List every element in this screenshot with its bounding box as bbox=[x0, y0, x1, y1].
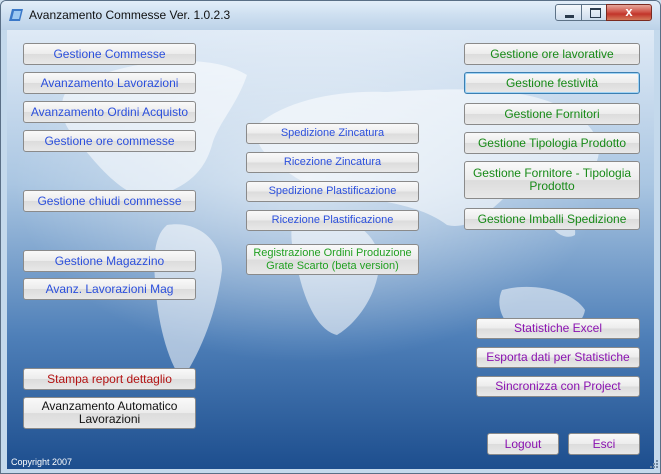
ricezione-plastificazione-button[interactable]: Ricezione Plastificazione bbox=[246, 210, 419, 231]
gestione-imballi-spedizione-button[interactable]: Gestione Imballi Spedizione bbox=[464, 208, 640, 230]
spedizione-plastificazione-button[interactable]: Spedizione Plastificazione bbox=[246, 181, 419, 202]
esci-button[interactable]: Esci bbox=[568, 433, 640, 455]
gestione-magazzino-button[interactable]: Gestione Magazzino bbox=[23, 250, 196, 272]
close-icon: x bbox=[625, 4, 633, 19]
minimize-icon bbox=[565, 15, 574, 18]
app-window: Avanzamento Commesse Ver. 1.0.2.3 x Gest… bbox=[0, 0, 661, 474]
gestione-fornitore-tipologia-button[interactable]: Gestione Fornitore - Tipologia Prodotto bbox=[464, 161, 640, 199]
gestione-commesse-button[interactable]: Gestione Commesse bbox=[23, 43, 196, 65]
gestione-chiudi-commesse-button[interactable]: Gestione chiudi commesse bbox=[23, 190, 196, 212]
registrazione-ordini-produzione-button[interactable]: Registrazione Ordini Produzione Grate Sc… bbox=[246, 244, 419, 275]
close-button[interactable]: x bbox=[606, 4, 652, 21]
sincronizza-project-button[interactable]: Sincronizza con Project bbox=[476, 376, 640, 397]
minimize-button[interactable] bbox=[555, 4, 582, 21]
avanzamento-lavorazioni-button[interactable]: Avanzamento Lavorazioni bbox=[23, 72, 196, 94]
window-title: Avanzamento Commesse Ver. 1.0.2.3 bbox=[29, 8, 231, 22]
avanzamento-automatico-button[interactable]: Avanzamento Automatico Lavorazioni bbox=[23, 397, 196, 429]
maximize-icon bbox=[590, 8, 601, 18]
gestione-tipologia-prodotto-button[interactable]: Gestione Tipologia Prodotto bbox=[464, 132, 640, 154]
avanzamento-ordini-acquisto-button[interactable]: Avanzamento Ordini Acquisto bbox=[23, 101, 196, 123]
gestione-ore-lavorative-button[interactable]: Gestione ore lavorative bbox=[464, 43, 640, 65]
copyright-label: Copyright 2007 bbox=[11, 457, 73, 467]
maximize-button[interactable] bbox=[581, 4, 607, 21]
gestione-ore-commesse-button[interactable]: Gestione ore commesse bbox=[23, 130, 196, 152]
gestione-fornitori-button[interactable]: Gestione Fornitori bbox=[464, 103, 640, 125]
statistiche-excel-button[interactable]: Statistiche Excel bbox=[476, 318, 640, 339]
ricezione-zincatura-button[interactable]: Ricezione Zincatura bbox=[246, 152, 419, 173]
spedizione-zincatura-button[interactable]: Spedizione Zincatura bbox=[246, 123, 419, 144]
main-panel: Gestione Commesse Avanzamento Lavorazion… bbox=[7, 30, 654, 469]
stampa-report-dettaglio-button[interactable]: Stampa report dettaglio bbox=[23, 368, 196, 390]
gestione-festivita-button[interactable]: Gestione festività bbox=[464, 72, 640, 94]
app-icon bbox=[9, 9, 23, 21]
title-bar[interactable]: Avanzamento Commesse Ver. 1.0.2.3 x bbox=[1, 1, 660, 30]
logout-button[interactable]: Logout bbox=[487, 433, 559, 455]
avanz-lavorazioni-mag-button[interactable]: Avanz. Lavorazioni Mag bbox=[23, 278, 196, 300]
resize-grip-icon[interactable] bbox=[649, 459, 659, 469]
esporta-dati-statistiche-button[interactable]: Esporta dati per Statistiche bbox=[476, 347, 640, 368]
